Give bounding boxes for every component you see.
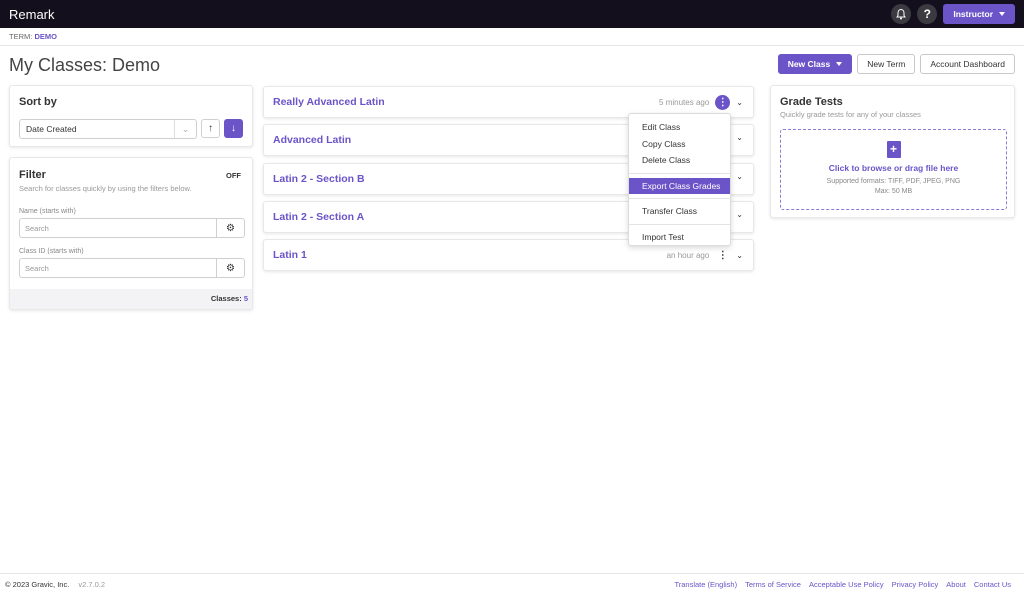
class-name-link[interactable]: Latin 2 - Section B	[273, 173, 365, 185]
footer-link-translate[interactable]: Translate (English)	[674, 580, 737, 589]
top-navbar: Remark ? Instructor	[0, 0, 1024, 28]
class-name-link[interactable]: Latin 1	[273, 249, 307, 261]
menu-item-export-class-grades[interactable]: Export Class Grades	[629, 177, 730, 194]
class-count-value: 5	[243, 294, 248, 303]
class-name-link[interactable]: Latin 2 - Section A	[273, 211, 364, 223]
caret-down-icon	[836, 62, 843, 66]
class-row-controls: 5 minutes ago ⋮ ⌄	[659, 95, 743, 110]
term-bar: TERM: DEMO	[0, 28, 1024, 46]
brand-logo[interactable]: Remark	[9, 7, 55, 22]
chevron-down-icon: ⌄	[174, 120, 196, 138]
account-dashboard-button[interactable]: Account Dashboard	[920, 54, 1015, 74]
class-count-label: Classes:	[210, 294, 242, 303]
menu-item-import-test[interactable]: Import Test	[629, 229, 730, 246]
filter-description: Search for classes quickly by using the …	[19, 184, 192, 193]
page-actions: New Class New Term Account Dashboard	[777, 54, 1015, 74]
help-icon[interactable]: ?	[917, 4, 938, 24]
page-title-text: My Classes:	[9, 55, 108, 75]
term-value-link[interactable]: DEMO	[34, 32, 57, 41]
page-title: My Classes: Demo	[9, 55, 160, 76]
app-version: v2.7.0.2	[78, 579, 105, 589]
bell-icon[interactable]	[891, 4, 912, 24]
grade-tests-subtitle: Quickly grade tests for any of your clas…	[780, 110, 921, 119]
sort-card: Sort by Date Created ⌄ ↑ ↓	[9, 85, 253, 147]
grade-tests-title: Grade Tests	[780, 96, 843, 108]
sort-select[interactable]: Date Created ⌄	[19, 119, 197, 139]
gear-icon[interactable]: ⚙	[216, 218, 245, 238]
footer-link-contact[interactable]: Contact Us	[974, 580, 1011, 589]
chevron-down-icon[interactable]: ⌄	[736, 251, 743, 260]
chevron-down-icon[interactable]: ⌄	[736, 172, 743, 181]
more-options-icon[interactable]: ⋮	[715, 95, 731, 110]
class-row-controls: an hour ago ⋮ ⌄	[667, 248, 743, 263]
filter-toggle[interactable]: OFF	[226, 171, 241, 180]
user-menu-button[interactable]: Instructor	[943, 4, 1015, 24]
class-updated-time: 5 minutes ago	[659, 98, 710, 107]
chevron-down-icon[interactable]: ⌄	[736, 210, 743, 219]
classid-filter-row: ⚙	[19, 258, 245, 278]
file-add-icon: +	[886, 141, 901, 158]
footer-links: Translate (English) Terms of Service Acc…	[674, 580, 1011, 589]
supported-formats: Supported formats: TIFF, PDF, JPEG, PNG	[826, 178, 961, 185]
name-filter-input[interactable]	[19, 218, 216, 238]
max-file-size: Max: 50 MB	[874, 188, 913, 195]
class-row-controls: ⌄	[730, 210, 743, 219]
class-name-link[interactable]: Really Advanced Latin	[273, 96, 385, 108]
page-title-term: Demo	[112, 55, 161, 75]
chevron-down-icon[interactable]: ⌄	[736, 98, 743, 107]
classid-filter-label: Class ID (starts with)	[19, 248, 84, 255]
name-filter-label: Name (starts with)	[19, 208, 76, 215]
footer-link-about[interactable]: About	[946, 580, 966, 589]
menu-item-transfer-class[interactable]: Transfer Class	[629, 203, 730, 220]
classid-filter-input[interactable]	[19, 258, 216, 278]
sort-selected-value: Date Created	[26, 124, 77, 134]
sort-descending-button[interactable]: ↓	[224, 119, 243, 138]
copyright: © 2023 Gravic, Inc.	[5, 579, 70, 589]
footer-link-terms[interactable]: Terms of Service	[745, 580, 801, 589]
gear-icon[interactable]: ⚙	[216, 258, 245, 278]
term-label: TERM:	[9, 32, 33, 41]
chevron-down-icon[interactable]: ⌄	[736, 133, 743, 142]
footer: © 2023 Gravic, Inc. v2.7.0.2 Translate (…	[0, 573, 1024, 594]
grade-tests-card: Grade Tests Quickly grade tests for any …	[770, 85, 1015, 218]
footer-link-privacy[interactable]: Privacy Policy	[892, 580, 939, 589]
filter-card: Filter OFF Search for classes quickly by…	[9, 157, 253, 310]
drop-zone-prompt[interactable]: Click to browse or drag file here	[781, 163, 1006, 173]
class-row-controls: ⌄	[730, 172, 743, 181]
file-drop-zone[interactable]: + Click to browse or drag file here Supp…	[780, 129, 1007, 210]
menu-divider	[629, 198, 730, 199]
sort-title: Sort by	[19, 96, 57, 108]
footer-link-acceptable-use[interactable]: Acceptable Use Policy	[809, 580, 884, 589]
new-term-button[interactable]: New Term	[857, 54, 916, 74]
sort-controls: Date Created ⌄ ↑ ↓	[19, 119, 243, 139]
class-row-controls: ⌄	[730, 133, 743, 142]
class-count-footer: Classes: 5	[10, 289, 252, 309]
new-class-button[interactable]: New Class	[777, 54, 853, 74]
name-filter-row: ⚙	[19, 218, 245, 238]
class-options-menu: Edit Class Copy Class Delete Class Expor…	[628, 113, 731, 246]
class-name-link[interactable]: Advanced Latin	[273, 134, 351, 146]
filter-title: Filter	[19, 169, 46, 181]
caret-down-icon	[999, 12, 1005, 16]
new-class-label: New Class	[787, 59, 831, 69]
menu-divider	[629, 223, 730, 225]
sort-ascending-button[interactable]: ↑	[201, 119, 220, 138]
menu-item-edit-class[interactable]: Edit Class	[629, 119, 730, 136]
user-menu-label: Instructor	[953, 9, 993, 19]
more-options-icon[interactable]: ⋮	[715, 248, 730, 263]
menu-item-delete-class[interactable]: Delete Class	[629, 152, 730, 169]
menu-item-copy-class[interactable]: Copy Class	[629, 136, 730, 153]
menu-divider	[629, 172, 730, 174]
class-updated-time: an hour ago	[666, 251, 710, 260]
